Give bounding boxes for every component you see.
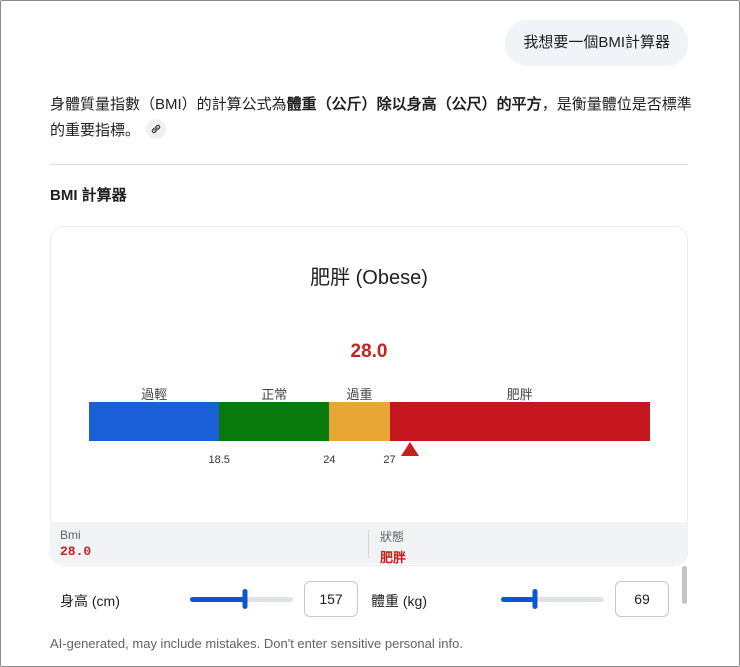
user-message-bubble: 我想要一個BMI計算器: [505, 20, 688, 66]
weight-slider-thumb[interactable]: [532, 589, 538, 609]
height-slider-thumb[interactable]: [242, 589, 248, 609]
height-input[interactable]: 157: [304, 581, 358, 617]
scale-segment: [329, 402, 390, 441]
weight-label: 體重 (kg): [371, 593, 427, 609]
scale-segment: [89, 402, 220, 441]
weight-slider-fill: [501, 597, 535, 602]
bmi-calculator-card: 肥胖 (Obese) 28.0 過輕 正常 過重 肥胖 18.5 24 27: [50, 226, 688, 566]
bmi-info-label: Bmi: [60, 528, 81, 542]
bmi-value-display: 28.0: [350, 341, 388, 362]
bmi-info-cell: Bmi 28.0: [60, 528, 91, 559]
height-slider-fill: [190, 597, 245, 602]
bmi-scale-bar: [89, 402, 650, 441]
intro-bold-text: 體重（公斤）除以身高（公尺）的平方: [286, 96, 542, 113]
source-link-button[interactable]: [146, 119, 167, 139]
user-message-text: 我想要一個BMI計算器: [523, 34, 670, 51]
height-slider[interactable]: [190, 589, 293, 609]
weight-slider[interactable]: [501, 589, 604, 609]
bmi-marker-icon: [400, 442, 419, 456]
scale-tick-label: 18.5: [208, 454, 230, 466]
bmi-category-heading: 肥胖 (Obese): [310, 267, 428, 289]
scrollbar[interactable]: [682, 566, 687, 604]
scale-segment-label: 正常: [261, 387, 288, 402]
scale-segment-label: 過重: [346, 387, 373, 402]
section-title: BMI 計算器: [50, 187, 127, 204]
height-label: 身高 (cm): [60, 593, 120, 609]
intro-text-1: 身體質量指數（BMI）的計算公式為: [50, 96, 287, 113]
status-info-value: 肥胖: [380, 550, 407, 565]
weight-input[interactable]: 69: [615, 581, 669, 617]
link-icon: [151, 124, 161, 134]
bmi-info-value: 28.0: [60, 544, 92, 559]
scale-tick-label: 27: [383, 454, 396, 466]
result-summary: Bmi 28.0 狀態 肥胖: [50, 522, 688, 566]
scale-segment-label: 過輕: [141, 387, 168, 402]
status-info-cell: 狀態 肥胖: [380, 528, 406, 566]
status-info-label: 狀態: [380, 530, 405, 544]
intro-paragraph: 身體質量指數（BMI）的計算公式為體重（公斤）除以身高（公尺）的平方，是衡量體位…: [50, 92, 700, 144]
scale-tick-label: 24: [323, 454, 336, 466]
divider: [50, 164, 688, 165]
disclaimer-text: AI-generated, may include mistakes. Don'…: [50, 636, 463, 651]
scale-segment-label: 肥胖: [506, 387, 533, 402]
info-divider: [368, 530, 369, 558]
scale-segment: [389, 402, 650, 441]
scale-segment: [219, 402, 330, 441]
